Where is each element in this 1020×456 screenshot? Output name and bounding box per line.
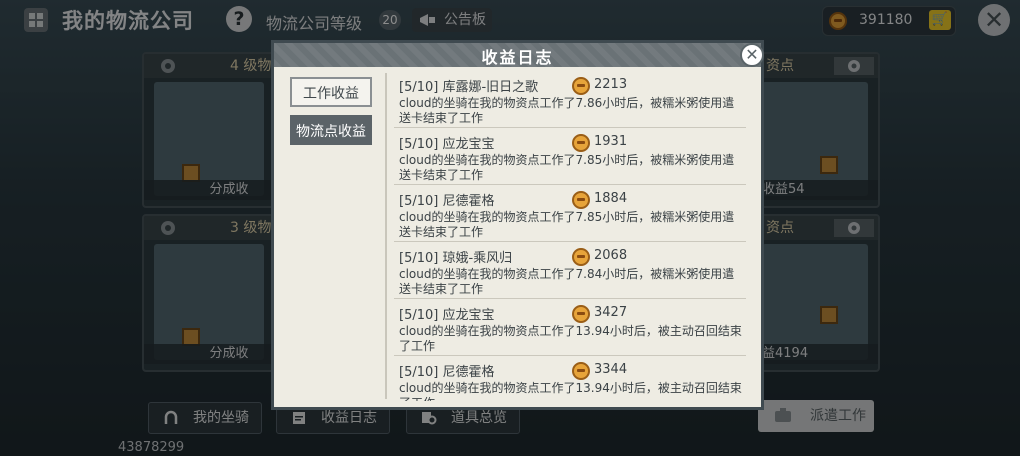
coin-icon — [572, 134, 590, 152]
close-dialog-button[interactable]: ✕ — [740, 43, 764, 67]
log-entry: [5/10] 琼娥-乘风归 2068 cloud的坐骑在我的物资点工作了7.84… — [394, 242, 746, 299]
entry-amount: 2213 — [594, 77, 628, 92]
income-log-dialog: 收益日志 ✕ 工作收益 物流点收益 [5/10] 库露娜-旧日之歌 2213 c… — [271, 40, 764, 410]
entry-title: [5/10] 尼德霍格 — [399, 365, 495, 380]
log-entry: [5/10] 库露娜-旧日之歌 2213 cloud的坐骑在我的物资点工作了7.… — [394, 71, 746, 128]
entry-title: [5/10] 尼德霍格 — [399, 194, 495, 209]
income-log-list[interactable]: [5/10] 库露娜-旧日之歌 2213 cloud的坐骑在我的物资点工作了7.… — [394, 71, 746, 401]
entry-title: [5/10] 应龙宝宝 — [399, 308, 495, 323]
coin-icon — [572, 191, 590, 209]
entry-amount: 3344 — [594, 362, 628, 377]
entry-title: [5/10] 库露娜-旧日之歌 — [399, 80, 539, 95]
entry-amount: 1884 — [594, 191, 628, 206]
entry-description: cloud的坐骑在我的物资点工作了13.94小时后，被主动召回结束了工作 — [399, 381, 742, 401]
dialog-header: 收益日志 — [274, 43, 761, 67]
coin-icon — [572, 362, 590, 380]
log-entry: [5/10] 应龙宝宝 3427 cloud的坐骑在我的物资点工作了13.94小… — [394, 299, 746, 356]
entry-description: cloud的坐骑在我的物资点工作了7.85小时后，被糯米粥使用遣送卡结束了工作 — [399, 210, 735, 239]
tab-station-income[interactable]: 物流点收益 — [290, 115, 372, 145]
entry-amount: 3427 — [594, 305, 628, 320]
entry-description: cloud的坐骑在我的物资点工作了7.86小时后，被糯米粥使用遣送卡结束了工作 — [399, 96, 735, 125]
entry-title: [5/10] 应龙宝宝 — [399, 137, 495, 152]
coin-icon — [572, 77, 590, 95]
log-entry: [5/10] 应龙宝宝 1931 cloud的坐骑在我的物资点工作了7.85小时… — [394, 128, 746, 185]
log-entry: [5/10] 尼德霍格 1884 cloud的坐骑在我的物资点工作了7.85小时… — [394, 185, 746, 242]
entry-amount: 1931 — [594, 134, 628, 149]
entry-title: [5/10] 琼娥-乘风归 — [399, 251, 513, 266]
coin-icon — [572, 305, 590, 323]
dialog-title: 收益日志 — [481, 48, 554, 67]
entry-description: cloud的坐骑在我的物资点工作了13.94小时后，被主动召回结束了工作 — [399, 324, 742, 353]
log-entry: [5/10] 尼德霍格 3344 cloud的坐骑在我的物资点工作了13.94小… — [394, 356, 746, 401]
divider — [385, 73, 387, 399]
tab-work-income[interactable]: 工作收益 — [290, 77, 372, 107]
entry-amount: 2068 — [594, 248, 628, 263]
coin-icon — [572, 248, 590, 266]
entry-description: cloud的坐骑在我的物资点工作了7.84小时后，被糯米粥使用遣送卡结束了工作 — [399, 267, 735, 296]
entry-description: cloud的坐骑在我的物资点工作了7.85小时后，被糯米粥使用遣送卡结束了工作 — [399, 153, 735, 182]
